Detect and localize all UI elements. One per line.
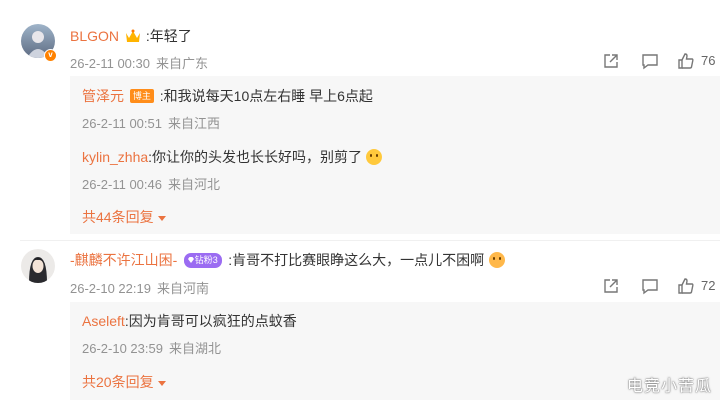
comment-date: 26-2-11 00:30 xyxy=(70,56,150,71)
chevron-down-icon xyxy=(157,215,166,221)
avatar[interactable] xyxy=(21,249,55,283)
reply-item: 管泽元 博主 :和我说每天10点左右睡 早上6点起 xyxy=(82,86,373,106)
comment-icon[interactable] xyxy=(641,277,659,295)
reply-text: :和我说每天10点左右睡 早上6点起 xyxy=(159,88,373,104)
more-replies-link[interactable]: 共44条回复 xyxy=(82,207,166,227)
like-count: 72 xyxy=(701,278,716,293)
reply-username[interactable]: 管泽元 xyxy=(82,88,124,104)
share-icon[interactable] xyxy=(602,277,620,295)
reply-username[interactable]: Aseleft xyxy=(82,313,125,329)
reply-item: Aseleft:因为肯哥可以疯狂的点蚊香 xyxy=(82,311,297,331)
comment-text: :肯哥不打比赛眼睁这么大，一点儿不困啊 xyxy=(228,252,485,268)
comment-date: 26-2-10 22:19 xyxy=(70,281,151,296)
like-icon[interactable] xyxy=(677,277,695,295)
verified-badge-icon: v xyxy=(44,49,57,62)
reply-location: 来自河北 xyxy=(168,177,221,192)
reply-item: kylin_zhha:你让你的头发也长长好吗，别剪了 xyxy=(82,147,382,167)
reply-date: 26-2-10 23:59 xyxy=(82,341,163,356)
reply-meta: 26-2-10 23:59 来自湖北 xyxy=(82,338,221,357)
comment-icon[interactable] xyxy=(641,52,659,70)
thinking-emoji-icon xyxy=(365,149,382,165)
fan-level-tag: 钻粉3 xyxy=(183,253,222,268)
more-replies-label: 共20条回复 xyxy=(82,374,154,390)
cat-emoji-icon xyxy=(488,252,505,268)
author-tag: 博主 xyxy=(129,89,154,103)
crown-icon xyxy=(125,29,141,48)
reply-date: 26-2-11 00:51 xyxy=(82,116,162,131)
diamond-icon xyxy=(187,254,195,268)
comment-username[interactable]: -麒麟不许江山困- xyxy=(70,252,177,268)
reply-location: 来自江西 xyxy=(168,116,221,131)
reply-username[interactable]: kylin_zhha xyxy=(82,149,148,165)
watermark: 电竞小苦瓜 xyxy=(626,378,712,395)
more-replies-link[interactable]: 共20条回复 xyxy=(82,372,166,392)
reply-meta: 26-2-11 00:46 来自河北 xyxy=(82,174,220,193)
reply-location: 来自湖北 xyxy=(168,341,221,356)
comment-location: 来自河南 xyxy=(156,281,209,296)
share-icon[interactable] xyxy=(602,52,620,70)
comment-location: 来自广东 xyxy=(156,56,209,71)
chevron-down-icon xyxy=(157,380,166,386)
comment-meta: 26-2-10 22:19 来自河南 xyxy=(70,278,209,297)
comment-meta: 26-2-11 00:30 来自广东 xyxy=(70,53,208,72)
reply-text: :因为肯哥可以疯狂的点蚊香 xyxy=(124,313,297,329)
reply-date: 26-2-11 00:46 xyxy=(82,177,162,192)
like-count: 76 xyxy=(701,53,716,68)
comment-text: :年轻了 xyxy=(145,28,192,44)
reply-meta: 26-2-11 00:51 来自江西 xyxy=(82,113,220,132)
like-icon[interactable] xyxy=(677,52,695,70)
more-replies-label: 共44条回复 xyxy=(82,209,154,225)
comment-divider xyxy=(20,240,720,241)
comment-username[interactable]: BLGON xyxy=(70,28,119,44)
reply-text: :你让你的头发也长长好吗，别剪了 xyxy=(148,149,363,165)
